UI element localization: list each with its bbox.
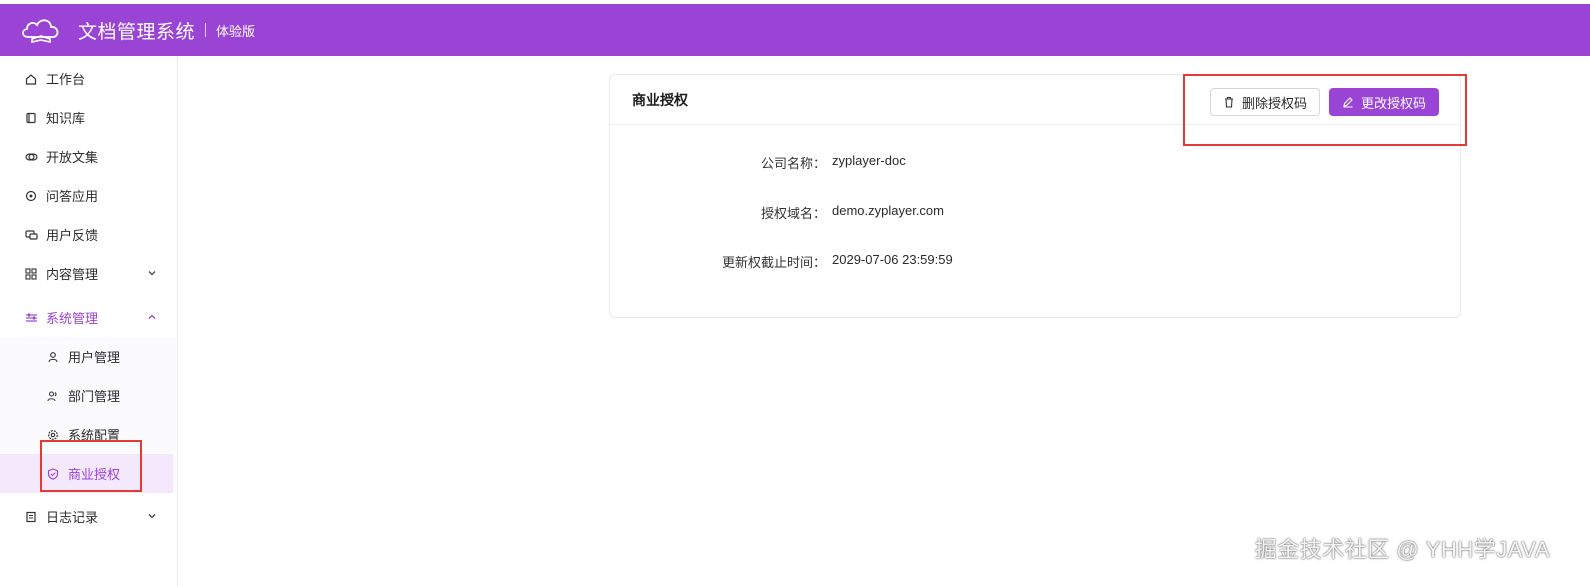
sidebar-item-label: 系统管理 (46, 311, 99, 326)
log-icon (24, 510, 38, 524)
sidebar-item-label: 用户反馈 (46, 228, 99, 243)
sidebar-item-label: 知识库 (46, 111, 86, 126)
sidebar-item-content-management[interactable]: 内容管理 (0, 254, 177, 293)
sliders-icon (24, 311, 38, 325)
sidebar-item-user-management[interactable]: 用户管理 (0, 337, 177, 376)
chat-icon (24, 189, 38, 203)
sidebar-item-label: 工作台 (46, 72, 86, 87)
delete-license-button[interactable]: 删除授权码 (1210, 88, 1320, 116)
top-bar: 文档管理系统 体验版 (0, 4, 1590, 56)
book-icon (24, 111, 38, 125)
license-domain-value: demo.zyplayer.com (832, 203, 944, 218)
sidebar-item-label: 日志记录 (46, 510, 99, 525)
trash-icon (1225, 96, 1233, 108)
watermark-text: 掘金技术社区 @ YHH学JAVA (1254, 537, 1550, 562)
delete-license-label: 删除授权码 (1242, 95, 1308, 111)
sidebar-item-logs[interactable]: 日志记录 (0, 497, 177, 536)
info-row-domain: 授权域名： demo.zyplayer.com (610, 203, 1460, 223)
sidebar-item-system-management[interactable]: 系统管理 (0, 298, 177, 337)
license-card: 商业授权 删除授权码 更改授权码 公司名称： zyplayer-doc 授权域名… (609, 74, 1461, 318)
sidebar-item-system-config[interactable]: 系统配置 (0, 415, 177, 454)
sidebar-item-feedback[interactable]: 用户反馈 (0, 215, 177, 254)
shield-icon (46, 467, 60, 481)
sidebar-item-label: 用户管理 (68, 350, 121, 365)
sidebar-item-qa-apps[interactable]: 问答应用 (0, 176, 177, 215)
title-separator (205, 23, 207, 37)
home-icon (24, 72, 38, 86)
sidebar-item-label: 开放文集 (46, 150, 99, 165)
sidebar-item-open-collections[interactable]: 开放文集 (0, 137, 177, 176)
users-icon (46, 389, 60, 403)
chevron-down-icon (148, 514, 156, 519)
user-icon (46, 350, 60, 364)
license-domain-label: 授权域名： (760, 206, 826, 221)
sidebar-item-workbench[interactable]: 工作台 (0, 59, 177, 98)
change-license-button[interactable]: 更改授权码 (1329, 88, 1439, 116)
edit-icon (1343, 97, 1353, 108)
card-header: 商业授权 删除授权码 更改授权码 (610, 75, 1460, 125)
sidebar-item-department-management[interactable]: 部门管理 (0, 376, 177, 415)
chevron-down-icon (148, 271, 156, 276)
cloud-book-logo-icon (22, 19, 59, 43)
sidebar-item-label: 系统配置 (68, 428, 121, 443)
sidebar-item-label: 部门管理 (68, 389, 121, 404)
link-icon (24, 150, 38, 164)
expiry-time-label: 更新权截止时间： (721, 255, 826, 270)
expiry-time-value: 2029-07-06 23:59:59 (832, 252, 953, 267)
sidebar-item-knowledge-base[interactable]: 知识库 (0, 98, 177, 137)
sidebar-item-label: 内容管理 (46, 267, 99, 282)
sidebar-item-label: 商业授权 (68, 467, 121, 482)
chevron-up-icon (148, 314, 156, 319)
company-name-value: zyplayer-doc (832, 153, 906, 168)
change-license-label: 更改授权码 (1361, 95, 1427, 111)
info-row-expiry: 更新权截止时间： 2029-07-06 23:59:59 (610, 252, 1460, 272)
card-title: 商业授权 (632, 91, 688, 108)
app-title: 文档管理系统 (78, 21, 196, 43)
app-edition: 体验版 (216, 23, 256, 39)
sidebar-item-commercial-license[interactable]: 商业授权 (0, 454, 173, 493)
sidebar-item-label: 问答应用 (46, 189, 99, 204)
sidebar: 工作台 知识库 开放文集 问答应用 用户反馈 内容管理 系统管理 用户管理 部门… (0, 56, 178, 586)
gear-icon (46, 428, 60, 442)
grid-icon (24, 267, 38, 281)
system-submenu: 用户管理 部门管理 系统配置 商业授权 (0, 337, 177, 493)
info-row-company: 公司名称： zyplayer-doc (610, 153, 1460, 173)
company-name-label: 公司名称： (760, 156, 826, 171)
feedback-icon (24, 228, 38, 242)
